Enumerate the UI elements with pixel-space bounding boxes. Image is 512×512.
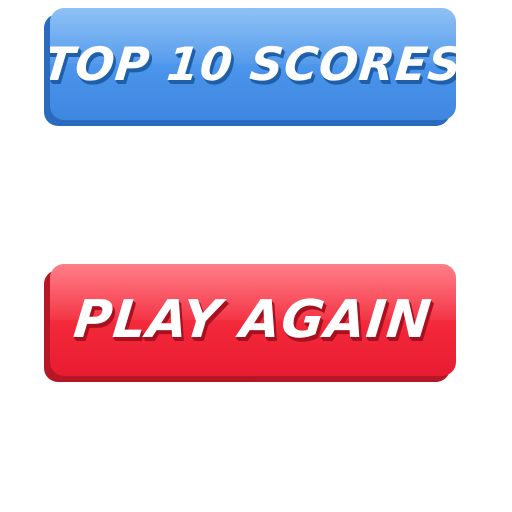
top-scores-button-face[interactable]: TOP 10 SCORES — [50, 8, 456, 120]
top-scores-button[interactable]: TOP 10 SCORES — [44, 8, 456, 126]
top-scores-button-label: TOP 10 SCORES — [50, 37, 456, 91]
play-again-button-face[interactable]: PLAY AGAIN — [50, 264, 456, 376]
play-again-button-label: PLAY AGAIN — [71, 290, 435, 350]
play-again-button[interactable]: PLAY AGAIN — [44, 264, 456, 382]
game-menu-screen: TOP 10 SCORES PLAY AGAIN — [0, 0, 512, 512]
